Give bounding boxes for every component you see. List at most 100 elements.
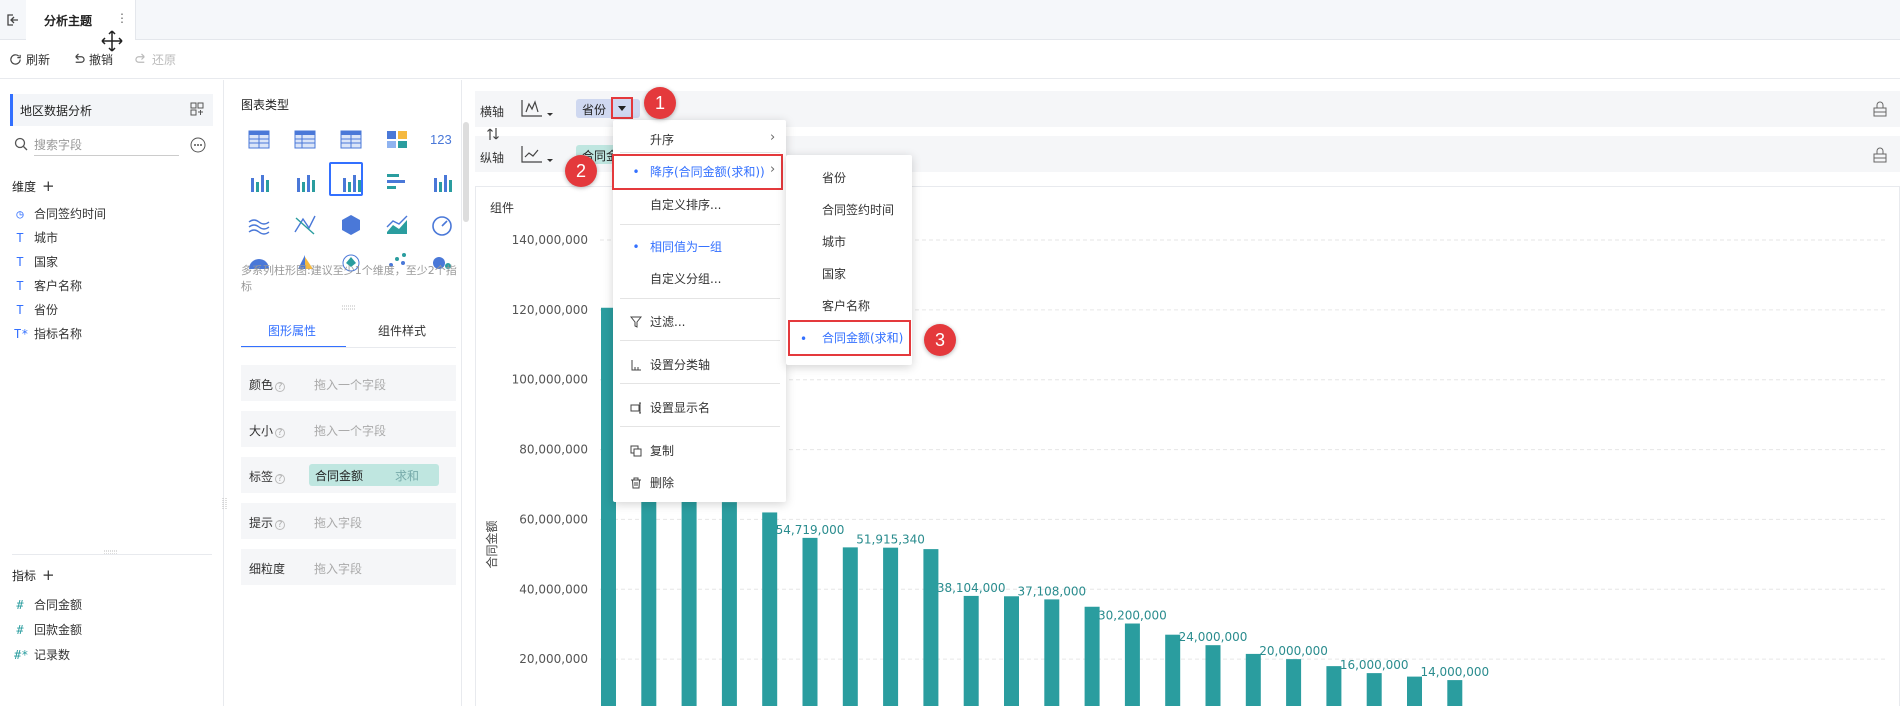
grouped-bar-icon[interactable]	[246, 169, 272, 195]
dimension-field-label: 城市	[34, 231, 59, 245]
add-dimension-icon[interactable]: +	[42, 177, 55, 195]
tab-graph-properties[interactable]: 图形属性	[268, 322, 316, 339]
table-chart-icon[interactable]	[246, 126, 272, 152]
range-bar-icon[interactable]	[429, 169, 455, 195]
submenu-item-field[interactable]: 省份	[822, 169, 846, 186]
chart-type-scrollbar[interactable]	[463, 122, 469, 222]
menu-item-ascending[interactable]: 升序	[630, 131, 674, 148]
dimension-field[interactable]: T 省份	[14, 301, 58, 318]
dimension-field[interactable]: T 客户名称	[14, 277, 82, 294]
bar[interactable]	[842, 547, 858, 706]
bar[interactable]	[1366, 673, 1382, 706]
scatter-trend-icon[interactable]	[292, 212, 318, 238]
lock-icon[interactable]	[1872, 101, 1888, 117]
help-icon[interactable]: ?	[275, 520, 286, 530]
number-field-icon: #*	[14, 647, 29, 662]
measure-field[interactable]: # 合同金额	[14, 596, 82, 613]
undo-label: 撤销	[89, 53, 114, 67]
bar[interactable]	[1044, 599, 1060, 706]
submenu-item-field[interactable]: 客户名称	[822, 297, 870, 314]
dimension-field[interactable]: ◷ 合同签约时间	[14, 205, 106, 222]
undo-button[interactable]: 撤销	[72, 51, 113, 68]
bar[interactable]	[721, 502, 737, 706]
tab-component-style[interactable]: 组件样式	[378, 322, 426, 339]
kpi-number-icon[interactable]: 123	[429, 126, 455, 152]
area-chart-icon[interactable]	[384, 212, 410, 238]
search-field-input[interactable]	[34, 134, 179, 156]
horizontal-bar-icon[interactable]	[384, 169, 410, 195]
hexagon-map-icon[interactable]	[338, 212, 364, 238]
exit-icon[interactable]	[4, 12, 20, 28]
bar[interactable]	[1245, 653, 1261, 706]
bar[interactable]	[923, 549, 939, 706]
treemap-icon[interactable]	[384, 126, 410, 152]
bar[interactable]	[963, 595, 979, 706]
dimension-field-label: 省份	[34, 303, 59, 317]
top-bar	[0, 0, 1900, 40]
menu-item-set-category-axis[interactable]: 设置分类轴	[630, 356, 710, 373]
bar[interactable]	[1205, 645, 1221, 706]
dimension-field[interactable]: T* 指标名称	[14, 325, 82, 342]
bar[interactable]	[1447, 680, 1463, 706]
submenu-item-field[interactable]: 合同签约时间	[822, 201, 894, 218]
menu-separator	[620, 383, 780, 384]
menu-item-custom-sort[interactable]: 自定义排序...	[630, 196, 721, 213]
submenu-item-field[interactable]: 国家	[822, 265, 846, 282]
panel-resize-handle[interactable]	[102, 545, 120, 555]
refresh-button[interactable]: 刷新	[9, 51, 50, 68]
stacked-bar-icon[interactable]	[292, 169, 318, 195]
text-field-icon: T	[16, 302, 24, 317]
bar-data-label: 54,719,000	[776, 523, 845, 537]
tab-title: 分析主题	[44, 14, 93, 28]
menu-separator	[620, 298, 780, 299]
dimension-field[interactable]: T 城市	[14, 229, 58, 246]
bar[interactable]	[802, 537, 818, 706]
submenu-item-field[interactable]: 城市	[822, 233, 846, 250]
dimension-field[interactable]: T 国家	[14, 253, 58, 270]
x-axis-field-name: 省份	[582, 103, 607, 117]
menu-item-custom-group[interactable]: 自定义分组...	[630, 270, 721, 287]
vertical-resize-handle[interactable]	[222, 496, 228, 512]
property-label: 提示?	[249, 514, 286, 531]
bar[interactable]	[1124, 623, 1140, 706]
text-field-icon: T	[16, 254, 24, 269]
menu-item-same-value-group[interactable]: • 相同值为一组	[630, 238, 722, 255]
menu-item-filter[interactable]: 过滤...	[630, 313, 685, 330]
detail-table-icon[interactable]	[338, 126, 364, 152]
bar[interactable]	[883, 547, 899, 706]
swap-axes-icon[interactable]	[486, 127, 500, 141]
tab-more-icon[interactable]: ⋮	[116, 11, 128, 25]
y-tick-label: 20,000,000	[519, 652, 588, 666]
measure-field[interactable]: # 回款金额	[14, 621, 82, 638]
gauge-icon[interactable]	[429, 212, 455, 238]
redo-button[interactable]: 还原	[135, 51, 176, 68]
measure-field[interactable]: #* 记录数	[14, 646, 70, 663]
date-field-icon: ◷	[16, 206, 24, 221]
bar[interactable]	[1004, 596, 1019, 706]
chart-type-hint: 多系列柱形图:建议至少1个维度，至少2个指标	[241, 264, 457, 293]
crosstab-chart-icon[interactable]	[292, 126, 318, 152]
wave-line-icon[interactable]	[246, 212, 272, 238]
lock-icon[interactable]	[1872, 147, 1888, 163]
add-measure-icon[interactable]: +	[42, 566, 55, 584]
bar-data-label: 20,000,000	[1259, 644, 1328, 658]
menu-item-delete[interactable]: 删除	[630, 474, 674, 491]
x-axis-field-dropdown[interactable]	[611, 97, 633, 119]
dataset-switch-icon[interactable]	[190, 102, 204, 116]
menu-item-set-display-name[interactable]: 设置显示名	[630, 399, 710, 416]
help-icon[interactable]: ?	[275, 428, 286, 438]
menu-item-copy[interactable]: 复制	[630, 442, 674, 459]
more-options-icon[interactable]	[190, 137, 206, 153]
chart-type-resize-handle[interactable]	[340, 300, 358, 310]
x-axis-type-icon[interactable]	[520, 98, 556, 120]
menu-item-label: 设置显示名	[650, 401, 711, 415]
bar[interactable]	[1407, 676, 1422, 706]
help-icon[interactable]: ?	[275, 474, 286, 484]
search-icon	[14, 137, 28, 151]
y-axis-type-icon[interactable]	[520, 144, 556, 166]
bar[interactable]	[1286, 659, 1302, 706]
help-icon[interactable]: ?	[275, 382, 286, 392]
bar[interactable]	[1165, 634, 1181, 706]
tab-divider	[241, 347, 456, 348]
bar[interactable]	[762, 512, 778, 706]
